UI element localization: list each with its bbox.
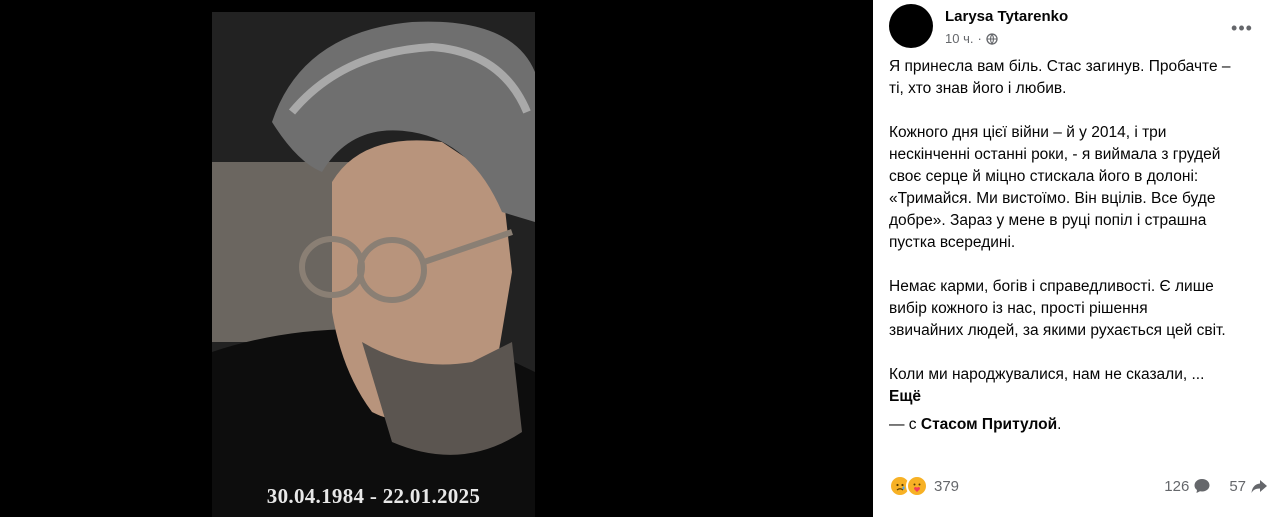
- tag-prefix: — с: [889, 416, 921, 433]
- post-paragraph: Я принесла вам біль. Стас загинув. Проба…: [889, 58, 1231, 97]
- more-options-icon: •••: [1231, 17, 1253, 38]
- care-reaction-icon: [906, 475, 928, 497]
- tagged-line: — с Стасом Притулой.: [889, 414, 1259, 436]
- tag-suffix: .: [1057, 416, 1062, 433]
- reactions-summary[interactable]: 379: [889, 475, 959, 497]
- portrait-illustration: [212, 12, 535, 517]
- media-viewer: 30.04.1984 - 22.01.2025: [0, 0, 873, 517]
- post-panel: Larysa Tytarenko 10 ч. · ••• Я принесла …: [873, 0, 1280, 517]
- engagement-counts: 126 57: [1164, 477, 1268, 495]
- shares-count-button[interactable]: 57: [1229, 477, 1268, 495]
- comments-count-button[interactable]: 126: [1164, 477, 1211, 495]
- reactions-count: 379: [934, 477, 960, 495]
- reaction-icons: [889, 475, 928, 497]
- post-stats: 379 126 57: [889, 472, 1268, 500]
- post-paragraph: Коли ми народжувалися, нам не сказали, .…: [889, 366, 1205, 383]
- post-photo[interactable]: 30.04.1984 - 22.01.2025: [212, 12, 535, 517]
- meta-separator: ·: [977, 31, 982, 46]
- comment-icon: [1194, 479, 1210, 493]
- post-body: Я принесла вам біль. Стас загинув. Проба…: [889, 56, 1259, 436]
- see-more-link[interactable]: Ещё: [889, 386, 1259, 408]
- post-time[interactable]: 10 ч.: [945, 31, 973, 46]
- share-icon: [1251, 480, 1267, 493]
- post-meta: 10 ч. ·: [945, 31, 998, 46]
- avatar[interactable]: [889, 4, 933, 48]
- photo-date-caption: 30.04.1984 - 22.01.2025: [266, 484, 481, 508]
- tagged-person-link[interactable]: Стасом Притулой: [921, 416, 1057, 433]
- globe-icon[interactable]: [986, 32, 998, 45]
- comments-count: 126: [1164, 477, 1190, 495]
- more-options-button[interactable]: •••: [1228, 14, 1256, 42]
- author-name[interactable]: Larysa Tytarenko: [945, 8, 1068, 25]
- post-paragraph: Немає карми, богів і справедливості. Є л…: [889, 278, 1226, 339]
- shares-count: 57: [1229, 477, 1246, 495]
- post-paragraph: Кожного дня цієї війни – й у 2014, і три…: [889, 124, 1221, 251]
- post-header: Larysa Tytarenko 10 ч. · •••: [889, 4, 1272, 48]
